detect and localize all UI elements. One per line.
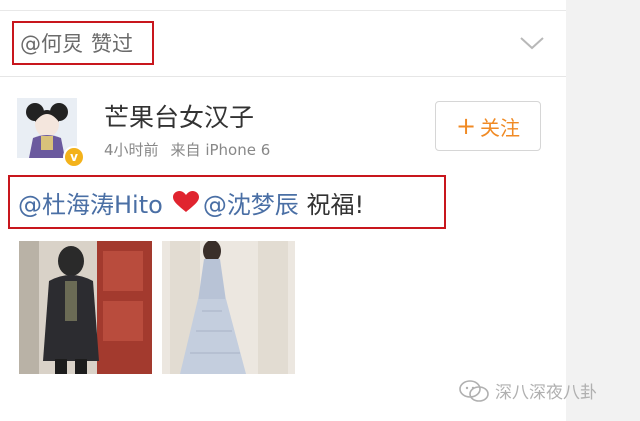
liked-by-action: 赞过 <box>91 32 133 56</box>
watermark: 深八深夜八卦 <box>459 378 597 403</box>
liked-by-mention[interactable]: @何炅 <box>20 28 83 58</box>
plus-icon: + <box>455 112 477 140</box>
mention-link-2[interactable]: @沈梦辰 <box>203 185 299 220</box>
mention-link-1[interactable]: @杜海涛Hito <box>18 185 163 220</box>
chevron-down-icon[interactable] <box>518 34 546 52</box>
post-text-suffix: 祝福! <box>306 190 365 219</box>
post-photo-2[interactable] <box>162 241 295 374</box>
post-text: @杜海涛Hito @沈梦辰 祝福! <box>8 175 446 229</box>
weibo-card: @何炅 赞过 v 芒果台女汉子 4小时前 来自 iPhone 6 + 关注 @杜海涛H… <box>0 0 566 421</box>
right-gutter <box>566 0 640 421</box>
wechat-icon <box>459 379 489 402</box>
post-username[interactable]: 芒果台女汉子 <box>104 98 254 134</box>
top-divider <box>0 10 566 11</box>
heart-icon <box>172 191 199 212</box>
section-divider <box>0 76 566 77</box>
post-photo-1[interactable] <box>19 241 152 374</box>
post-source: 来自 iPhone 6 <box>170 141 271 159</box>
photo-2-image <box>162 241 295 374</box>
photo-1-image <box>19 241 152 374</box>
liked-by-row[interactable]: @何炅 赞过 <box>12 21 154 65</box>
follow-label: 关注 <box>480 115 521 140</box>
post-meta: 4小时前 来自 iPhone 6 <box>104 139 270 160</box>
follow-button[interactable]: + 关注 <box>435 101 541 151</box>
watermark-text: 深八深夜八卦 <box>495 383 597 403</box>
verified-badge-icon: v <box>63 146 85 168</box>
post-time: 4小时前 <box>104 141 159 159</box>
